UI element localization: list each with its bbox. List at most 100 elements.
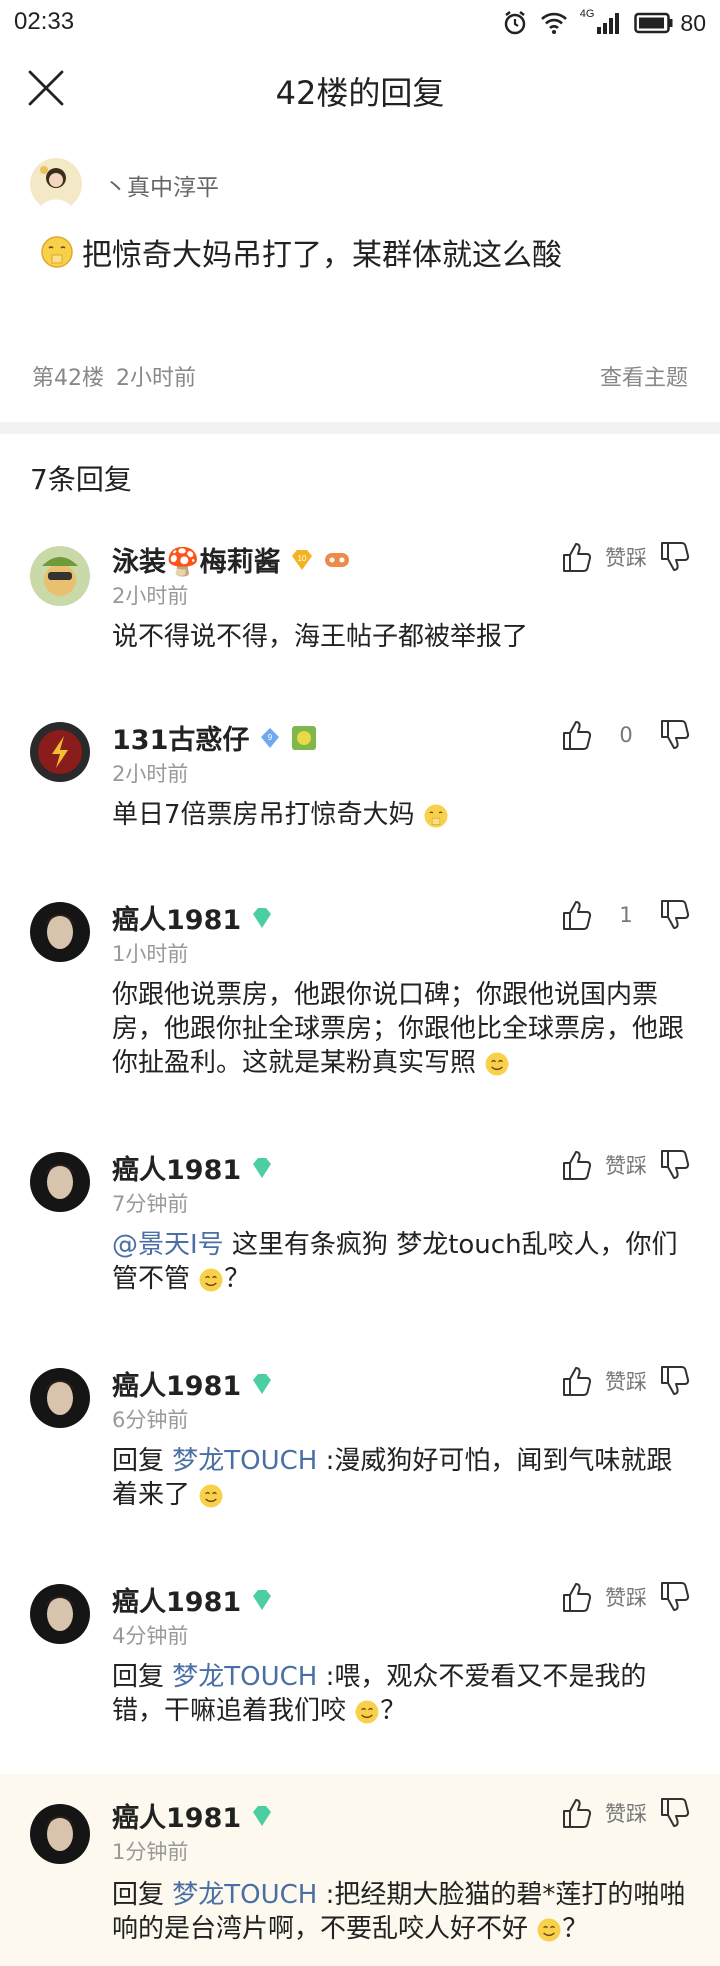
- smile-emoji-icon: [537, 1918, 561, 1941]
- post-time: 2小时前: [116, 366, 196, 391]
- shy-emoji-icon: [41, 236, 73, 268]
- floor-info: 第42楼 2小时前: [32, 360, 196, 392]
- reply-text: 回复 梦龙TOUCH :把经期大脸猫的碧*莲打的啪啪响的是台湾片啊，不要乱咬人好…: [112, 1880, 686, 1944]
- reply-author[interactable]: 癌人1981: [112, 1796, 241, 1835]
- list-item: 癌人1981 1分钟前 回复 梦龙TOUCH :把经期大脸猫的碧*莲打的啪啪响的…: [0, 1774, 720, 1966]
- avatar[interactable]: [30, 1804, 90, 1864]
- list-item: 癌人1981 7分钟前 @景天I号 这里有条疯狗 梦龙touch乱咬人，你们管不…: [0, 1130, 720, 1310]
- avatar[interactable]: [30, 1152, 90, 1212]
- svg-text:9: 9: [268, 733, 273, 742]
- reply-author[interactable]: 131古惑仔: [112, 718, 249, 757]
- page-title: 42楼的回复: [275, 74, 445, 112]
- diamond-badge-icon: [253, 1373, 272, 1394]
- wifi-icon: [540, 12, 567, 34]
- reply-time: 2小时前: [112, 762, 189, 786]
- reply-text: 回复 梦龙TOUCH :漫威狗好可怕，闻到气味就跟着来了: [112, 1446, 673, 1510]
- avatar[interactable]: [30, 902, 90, 962]
- reply-actions: 赞踩: [560, 540, 692, 574]
- reply-header: 癌人1981: [112, 1580, 275, 1619]
- reply-author[interactable]: 泳装🍄梅莉酱: [112, 540, 281, 579]
- like-count: 0: [619, 723, 633, 747]
- list-item: 癌人1981 6分钟前 回复 梦龙TOUCH :漫威狗好可怕，闻到气味就跟着来了…: [0, 1346, 720, 1526]
- battery-icon: [634, 12, 673, 34]
- reply-author[interactable]: 癌人1981: [112, 898, 241, 937]
- diamond-badge-icon: [253, 1589, 272, 1610]
- reply-time: 1分钟前: [112, 1840, 189, 1864]
- thumbs-down-icon[interactable]: [658, 898, 692, 932]
- reply-author[interactable]: 癌人1981: [112, 1364, 241, 1403]
- thumbs-up-icon[interactable]: [560, 1580, 594, 1614]
- thumbs-down-icon[interactable]: [658, 1796, 692, 1830]
- smile-emoji-icon: [485, 1052, 509, 1075]
- reply-header: 泳装🍄梅莉酱 10: [112, 540, 351, 579]
- avatar[interactable]: [30, 158, 82, 210]
- thumbs-up-icon[interactable]: [560, 540, 594, 574]
- diamond-badge-icon: [253, 1157, 272, 1178]
- signal-icon: [597, 13, 620, 34]
- thumbs-down-icon[interactable]: [658, 1148, 692, 1182]
- like-count: 赞踩: [605, 546, 647, 570]
- mention-link[interactable]: 梦龙TOUCH: [172, 1662, 317, 1692]
- main-post: 丶真中淳平 把惊奇大妈吊打了，某群体就这么酸 第42楼 2小时前 查看主题: [0, 132, 720, 422]
- reply-author[interactable]: 癌人1981: [112, 1580, 241, 1619]
- reply-time: 6分钟前: [112, 1408, 189, 1432]
- mention-link[interactable]: @景天I号: [112, 1230, 224, 1260]
- game-badge-icon: [324, 552, 349, 567]
- thumbs-down-icon[interactable]: [658, 540, 692, 574]
- thumbs-up-icon[interactable]: [560, 718, 594, 752]
- reply-actions: 赞踩: [560, 1580, 692, 1614]
- thumbs-up-icon[interactable]: [560, 1148, 594, 1182]
- avatar[interactable]: [30, 546, 90, 606]
- thumbs-up-icon[interactable]: [560, 1796, 594, 1830]
- avatar[interactable]: [30, 1368, 90, 1428]
- avatar[interactable]: [30, 1584, 90, 1644]
- reply-header: 癌人1981: [112, 1364, 275, 1403]
- list-item: 癌人1981 4分钟前 回复 梦龙TOUCH :喂，观众不爱看又不是我的错，干嘛…: [0, 1562, 720, 1772]
- reply-header: 131古惑仔 9: [112, 718, 317, 757]
- like-count: 赞踩: [605, 1802, 647, 1826]
- reply-actions: 1: [560, 898, 692, 932]
- battery-level: 80: [680, 9, 706, 36]
- shy-emoji-icon: [424, 804, 448, 827]
- reply-time: 7分钟前: [112, 1192, 189, 1216]
- reply-actions: 赞踩: [560, 1364, 692, 1398]
- like-count: 赞踩: [605, 1370, 647, 1394]
- nav-bar: 42楼的回复: [0, 48, 720, 132]
- status-bar: 02:33 4G 80: [0, 0, 720, 48]
- reply-actions: 0: [560, 718, 692, 752]
- reply-actions: 赞踩: [560, 1148, 692, 1182]
- section-divider: [0, 422, 720, 434]
- reply-actions: 赞踩: [560, 1796, 692, 1830]
- post-author[interactable]: 丶真中淳平: [104, 168, 219, 202]
- reply-time: 4分钟前: [112, 1624, 189, 1648]
- member-badge-icon: [292, 725, 317, 750]
- avatar[interactable]: [30, 722, 90, 782]
- like-count: 1: [619, 903, 633, 927]
- diamond-badge-icon: [253, 1805, 272, 1826]
- status-time: 02:33: [14, 8, 75, 35]
- floor-number: 第42楼: [32, 366, 104, 391]
- post-text: 把惊奇大妈吊打了，某群体就这么酸: [82, 238, 562, 273]
- view-topic-link[interactable]: 查看主题: [600, 360, 688, 392]
- alarm-icon: [504, 11, 525, 35]
- thumbs-down-icon[interactable]: [658, 718, 692, 752]
- like-count: 赞踩: [605, 1586, 647, 1610]
- thumbs-up-icon[interactable]: [560, 898, 594, 932]
- thumbs-up-icon[interactable]: [560, 1364, 594, 1398]
- mention-link[interactable]: 梦龙TOUCH: [172, 1446, 317, 1476]
- reply-text: @景天I号 这里有条疯狗 梦龙touch乱咬人，你们管不管 ？: [112, 1230, 678, 1294]
- smile-emoji-icon: [199, 1484, 223, 1507]
- svg-text:10: 10: [297, 554, 306, 563]
- smile-emoji-icon: [199, 1268, 223, 1291]
- level-badge-icon: 10: [291, 549, 312, 570]
- thumbs-down-icon[interactable]: [658, 1580, 692, 1614]
- reply-author[interactable]: 癌人1981: [112, 1148, 241, 1187]
- reply-count: 7条回复: [30, 463, 132, 496]
- network-label: 4G: [579, 8, 595, 20]
- reply-header: 癌人1981: [112, 1796, 275, 1835]
- reply-text: 回复 梦龙TOUCH :喂，观众不爱看又不是我的错，干嘛追着我们咬 ？: [112, 1662, 647, 1726]
- thumbs-down-icon[interactable]: [658, 1364, 692, 1398]
- reply-header: 癌人1981: [112, 1148, 275, 1187]
- mention-link[interactable]: 梦龙TOUCH: [172, 1880, 317, 1910]
- like-count: 赞踩: [605, 1154, 647, 1178]
